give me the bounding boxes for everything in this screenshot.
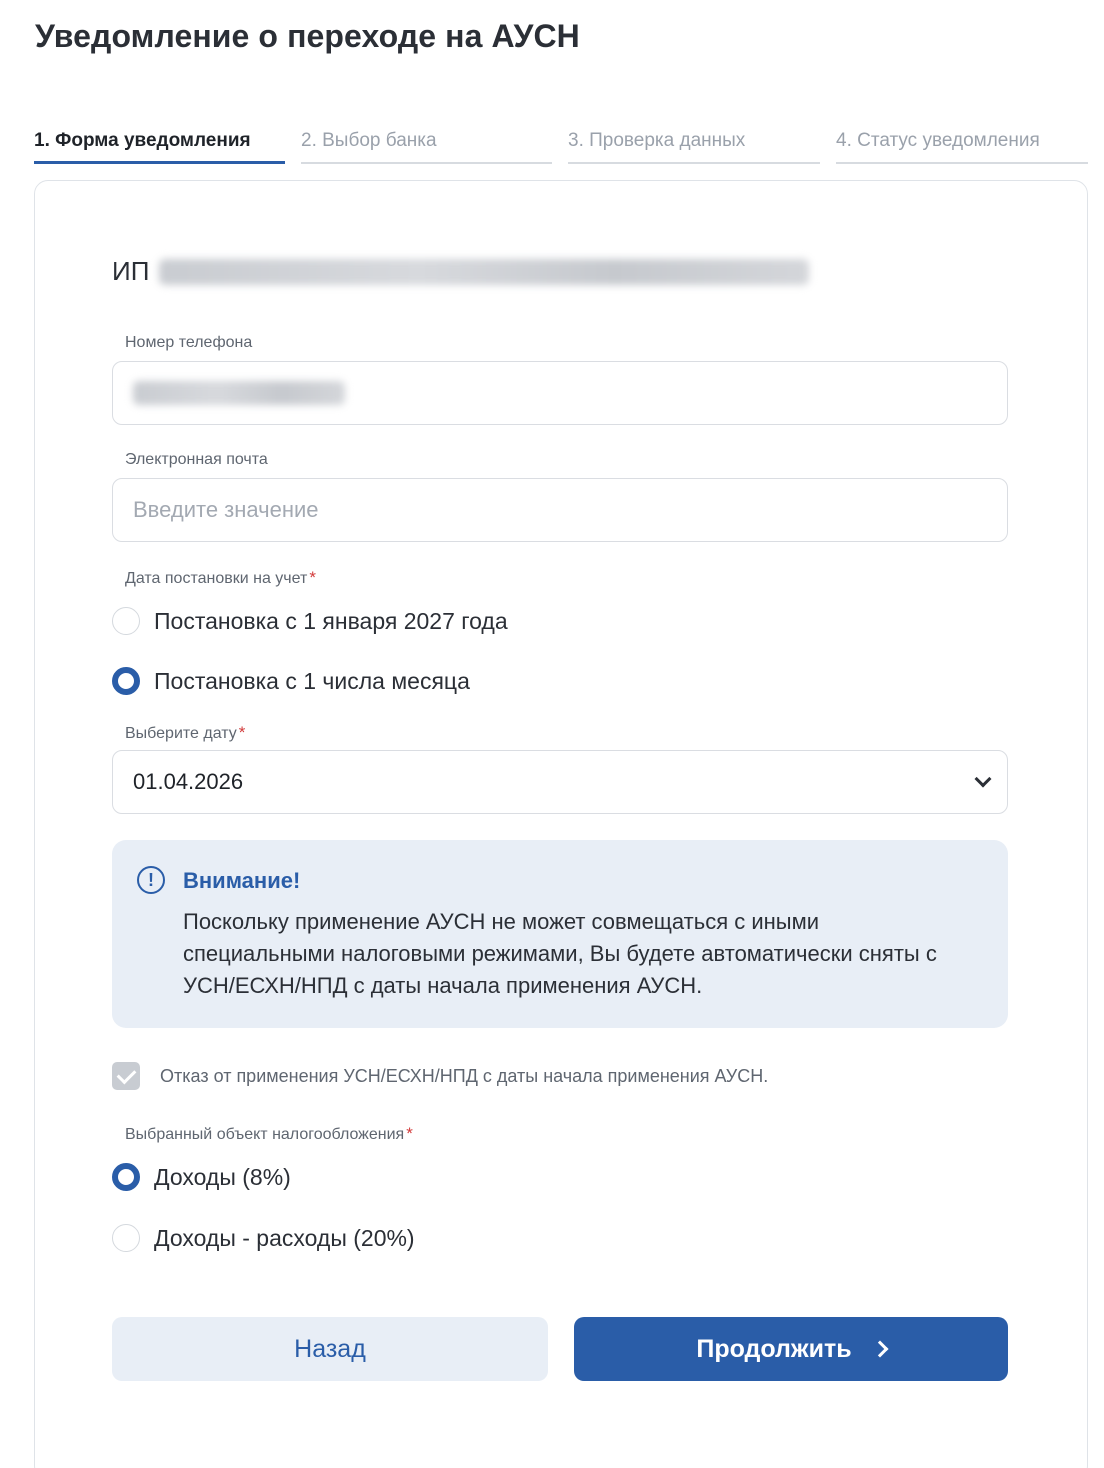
back-button-label: Назад [294,1334,366,1363]
ip-prefix: ИП [112,256,150,286]
refusal-checkbox-label: Отказ от применения УСН/ЕСХН/НПД с даты … [160,1065,769,1086]
stepper: 1. Форма уведомления 2. Выбор банка 3. П… [34,130,1088,164]
phone-field[interactable] [112,361,1008,425]
email-label: Электронная почта [125,451,268,468]
radio-option-month-start[interactable]: Постановка с 1 числа месяца [112,667,470,695]
radio-option-income-minus-expenses[interactable]: Доходы - расходы (20%) [112,1224,415,1252]
step-form-label: 1. Форма уведомления [34,130,251,151]
radio-option-label: Постановка с 1 января 2027 года [154,607,508,634]
radio-option-label: Постановка с 1 числа месяца [154,667,470,694]
step-status-label: 4. Статус уведомления [836,130,1040,151]
radio-option-label: Доходы - расходы (20%) [154,1224,415,1251]
radio-option-label: Доходы (8%) [154,1163,291,1190]
info-icon: ! [137,866,165,894]
email-placeholder: Введите значение [133,497,319,522]
page-title: Уведомление о переходе на АУСН [35,18,580,54]
radio-checked[interactable] [112,667,140,695]
continue-button[interactable]: Продолжить [574,1317,1008,1381]
date-select-value: 01.04.2026 [133,769,244,794]
back-button[interactable]: Назад [112,1317,548,1381]
radio-unchecked[interactable] [112,1224,140,1252]
warning-alert: ! Внимание! Поскольку применение АУСН не… [112,840,1008,1028]
step-bank[interactable]: 2. Выбор банка [301,130,552,164]
refusal-checkbox-row[interactable]: Отказ от применения УСН/ЕСХН/НПД с даты … [112,1062,768,1090]
chevron-down-icon [974,770,992,788]
step-check-label: 3. Проверка данных [568,130,746,151]
redacted-name [159,258,810,285]
alert-text: Поскольку применение АУСН не может совме… [183,909,937,998]
checkbox-checked[interactable] [112,1062,140,1090]
radio-checked[interactable] [112,1163,140,1191]
continue-button-label: Продолжить [696,1334,852,1363]
entrepreneur-name: ИП [112,256,810,287]
step-form[interactable]: 1. Форма уведомления [34,130,285,164]
tax-object-label: Выбранный объект налогообложения * [125,1124,413,1143]
step-check[interactable]: 3. Проверка данных [568,130,820,164]
step-bank-label: 2. Выбор банка [301,130,437,151]
date-select[interactable]: 01.04.2026 [112,750,1008,814]
radio-option-income[interactable]: Доходы (8%) [112,1163,291,1191]
step-status[interactable]: 4. Статус уведомления [836,130,1088,164]
alert-title: Внимание! [183,868,301,893]
date-select-label: Выберите дату * [125,723,246,742]
phone-label: Номер телефона [125,334,253,351]
redacted-phone [133,381,345,405]
registration-date-label: Дата постановки на учет * [125,568,316,587]
chevron-right-icon [871,1340,889,1358]
radio-unchecked[interactable] [112,607,140,635]
email-field[interactable]: Введите значение [112,478,1008,542]
radio-option-january-2027[interactable]: Постановка с 1 января 2027 года [112,607,508,635]
